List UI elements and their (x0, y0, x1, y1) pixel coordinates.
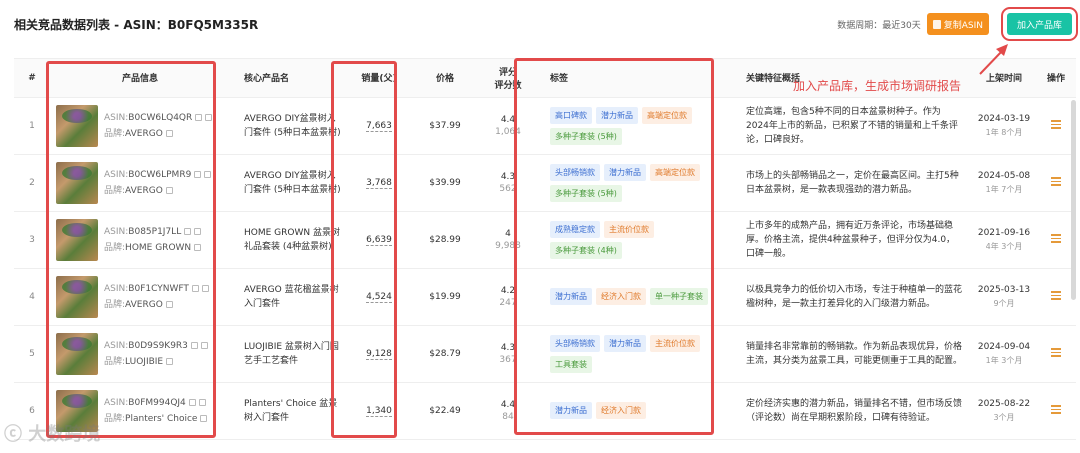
annotation-arrow-icon (979, 44, 1008, 75)
watermark-text: ⓒ 大数跨境 (4, 424, 101, 445)
watermark: ⓒ 大数跨境 (4, 420, 100, 446)
